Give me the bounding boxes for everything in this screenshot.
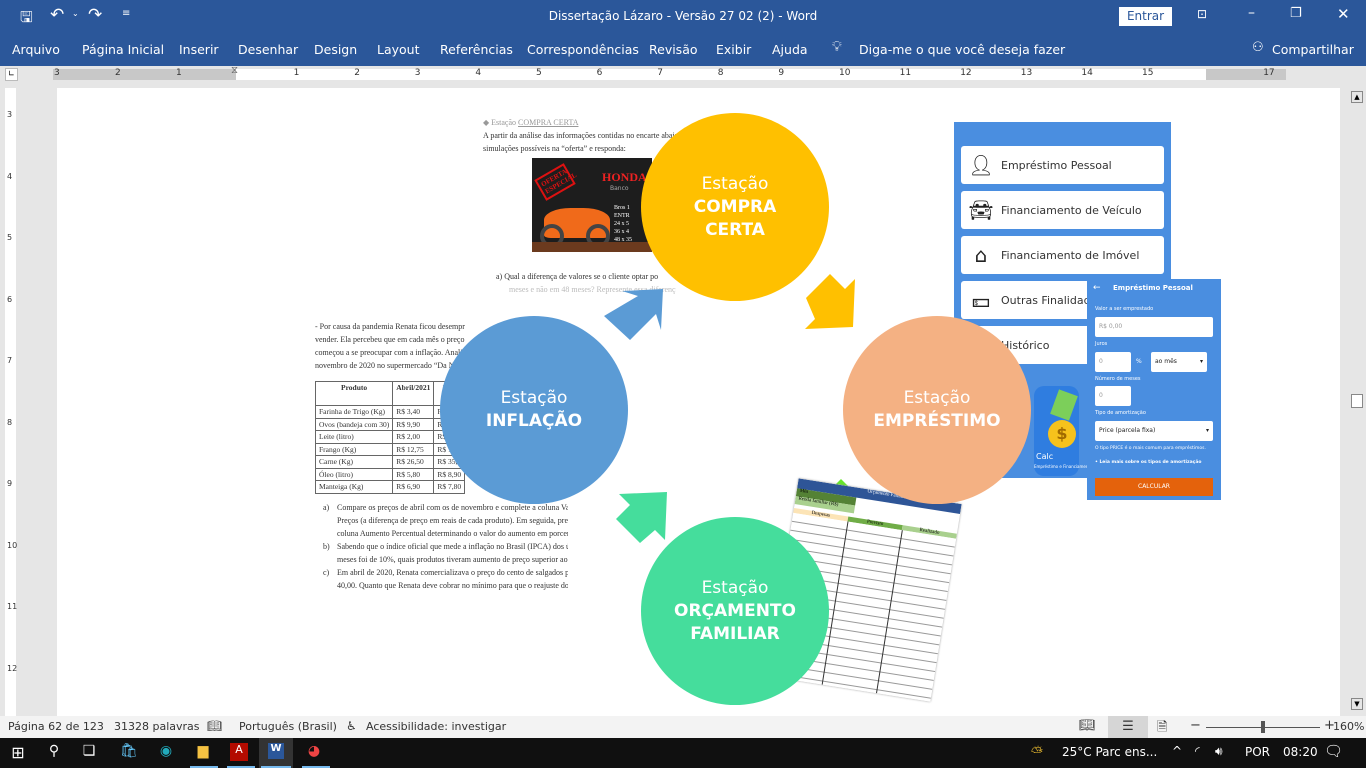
word-count[interactable]: 31328 palavras bbox=[114, 720, 200, 733]
loan-form-screen: ← Empréstimo Pessoal Valor a ser emprest… bbox=[1087, 279, 1221, 500]
arrow-blue bbox=[604, 289, 663, 340]
weather-text[interactable]: 25°C Parc ens... bbox=[1062, 745, 1157, 759]
station-orcamento-familiar: Estação ORÇAMENTO FAMILIAR bbox=[641, 517, 829, 705]
proofing-icon[interactable]: 📖︎ bbox=[207, 719, 222, 733]
calcular-button[interactable]: CALCULAR bbox=[1095, 478, 1213, 496]
scroll-down-icon[interactable]: ▼ bbox=[1351, 698, 1363, 710]
tipo-label: Tipo de amortização bbox=[1095, 410, 1146, 416]
arrow-mint bbox=[616, 492, 667, 543]
dropdown-icon: ▾ bbox=[1199, 358, 1203, 365]
tipo-select[interactable]: Price (parcela fixa) ▾ bbox=[1095, 421, 1213, 441]
web-layout-icon[interactable]: 🗎︎ bbox=[1157, 718, 1167, 740]
input-language[interactable]: POR bbox=[1245, 745, 1270, 759]
station-inflacao: Estação INFLAÇÃO bbox=[440, 316, 628, 504]
meses-input[interactable]: 0 bbox=[1095, 386, 1131, 406]
tipo-hint: O tipo PRICE é o mais comum para emprést… bbox=[1095, 446, 1206, 451]
wifi-icon[interactable]: ◜ bbox=[1195, 744, 1200, 758]
scroll-up-icon[interactable]: ▲ bbox=[1351, 91, 1363, 103]
task-view-icon[interactable]: ❏ bbox=[80, 743, 98, 761]
file-explorer-icon[interactable]: ▆ bbox=[194, 743, 212, 761]
edge-icon[interactable]: ◉ bbox=[157, 743, 175, 761]
zoom-out-button[interactable]: − bbox=[1190, 718, 1201, 733]
status-bar: Página 62 de 123 31328 palavras 📖︎ Portu… bbox=[0, 716, 1366, 738]
juros-label: Juros bbox=[1095, 341, 1108, 347]
valor-label: Valor a ser emprestado bbox=[1095, 306, 1154, 312]
page-count[interactable]: Página 62 de 123 bbox=[8, 720, 104, 733]
arrow-orange bbox=[805, 274, 855, 329]
language[interactable]: Português (Brasil) bbox=[239, 720, 337, 733]
periodo-select[interactable]: ao mês ▾ bbox=[1151, 352, 1207, 372]
meses-label: Número de meses bbox=[1095, 376, 1141, 382]
juros-input[interactable]: 0 bbox=[1095, 352, 1131, 372]
show-hidden-icons[interactable]: ^ bbox=[1172, 744, 1182, 758]
vertical-scrollbar[interactable]: ▲ ▼ bbox=[1348, 88, 1366, 716]
station-compra-certa: Estação COMPRA CERTA bbox=[641, 113, 829, 301]
search-icon[interactable]: ⚲ bbox=[45, 743, 63, 761]
volume-icon[interactable]: 🔊︎ bbox=[1215, 744, 1223, 759]
station-emprestimo: Estação EMPRÉSTIMO bbox=[843, 316, 1031, 504]
dropdown-icon: ▾ bbox=[1205, 427, 1209, 434]
accessibility-status[interactable]: Acessibilidade: investigar bbox=[366, 720, 506, 733]
back-arrow-icon[interactable]: ← bbox=[1093, 283, 1101, 293]
valor-input[interactable]: R$ 0,00 bbox=[1095, 317, 1213, 337]
scroll-thumb[interactable] bbox=[1351, 394, 1363, 408]
notifications-icon[interactable]: 🗨︎ bbox=[1324, 742, 1343, 760]
weather-icon[interactable]: ⛅︎ bbox=[1031, 743, 1043, 761]
word-icon[interactable]: W bbox=[268, 743, 284, 759]
print-layout-icon[interactable]: ☰ bbox=[1108, 716, 1148, 738]
zoom-level[interactable]: 160% bbox=[1333, 720, 1364, 733]
zoom-slider-thumb[interactable] bbox=[1261, 721, 1265, 733]
form-title: Empréstimo Pessoal bbox=[1113, 284, 1193, 292]
read-mode-icon[interactable]: 📖︎ bbox=[1079, 718, 1096, 733]
acrobat-icon[interactable]: A bbox=[230, 743, 248, 761]
clock[interactable]: 08:20 bbox=[1283, 745, 1318, 759]
percent-label: % bbox=[1136, 358, 1142, 365]
chrome-icon[interactable]: ◕ bbox=[305, 743, 323, 761]
windows-start-icon[interactable]: ⊞ bbox=[9, 743, 27, 762]
amortization-link[interactable]: • Leia mais sobre os tipos de amortizaçã… bbox=[1095, 460, 1201, 465]
accessibility-icon[interactable]: ♿︎ bbox=[346, 719, 357, 733]
store-icon[interactable]: 🛍︎ bbox=[120, 743, 138, 761]
taskbar: ⊞ ⚲ ❏ 🛍︎ ◉ ▆ A W ◕ ⛅︎ 25°C Parc ens... ^… bbox=[0, 738, 1366, 768]
